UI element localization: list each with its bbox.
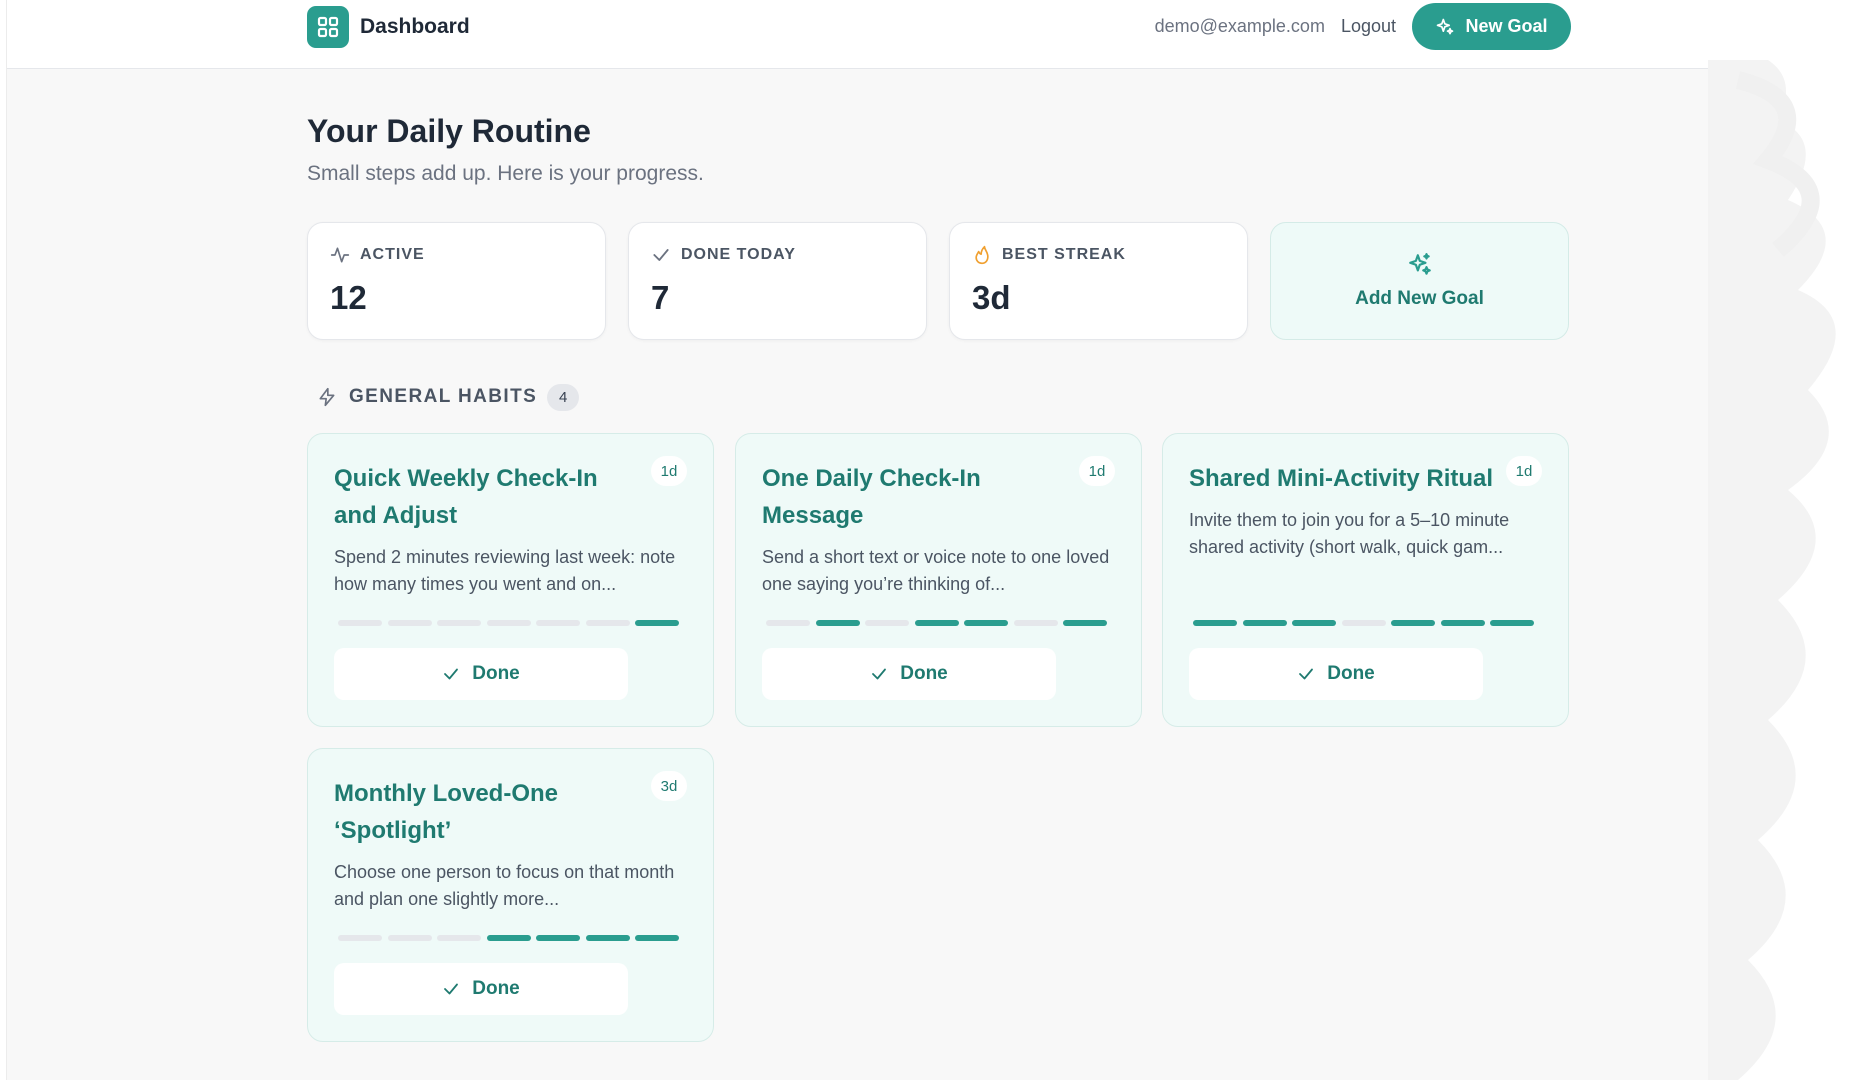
done-label: Done [472, 663, 520, 684]
progress-segment [635, 620, 679, 626]
progress-segment [387, 620, 432, 626]
done-button[interactable]: Done [334, 648, 628, 700]
habit-title: One Daily Check-In Message [762, 465, 981, 529]
user-email: demo@example.com [1154, 16, 1325, 36]
habit-card[interactable]: Monthly Loved-One ‘Spotlight’ 3d Choose … [307, 748, 714, 1042]
habit-description: Send a short text or voice note to one l… [762, 547, 1110, 594]
progress-segment [585, 935, 630, 941]
habit-badge: 1d [1506, 456, 1542, 486]
progress-segment [536, 620, 580, 626]
check-icon [1299, 668, 1314, 680]
done-label: Done [900, 663, 948, 684]
stat-head: DONE TODAY [651, 245, 796, 265]
sparkles-icon [1408, 253, 1431, 275]
activity-icon [330, 247, 350, 263]
done-label: Done [1327, 663, 1375, 684]
stat-card-active: ACTIVE 12 [307, 222, 606, 340]
habit-badge: 1d [1079, 456, 1115, 486]
habit-badge: 3d [651, 771, 687, 801]
progress-segment [964, 620, 1008, 626]
stat-head: ACTIVE [330, 245, 425, 265]
stat-label: ACTIVE [360, 246, 425, 263]
stat-label: DONE TODAY [681, 246, 796, 263]
habit-progress [766, 620, 1113, 626]
progress-segment [766, 620, 810, 626]
progress-segment [1341, 620, 1386, 626]
stat-label: BEST STREAK [1002, 246, 1126, 263]
done-button[interactable]: Done [762, 648, 1056, 700]
check-icon [444, 983, 459, 995]
habit-badge: 1d [651, 456, 687, 486]
progress-segment [1193, 620, 1237, 626]
lightning-icon [319, 387, 335, 407]
done-button[interactable]: Done [1189, 648, 1483, 700]
app-shell: Dashboard demo@example.com Logout New Go… [6, 0, 1709, 1080]
habit-description: Spend 2 minutes reviewing last week: not… [334, 547, 676, 594]
progress-segment [1292, 620, 1336, 626]
habit-title: Monthly Loved-One ‘Spotlight’ [334, 780, 558, 844]
page-subtitle: Small steps add up. Here is your progres… [307, 162, 704, 185]
progress-segment [585, 620, 630, 626]
progress-segment [437, 620, 481, 626]
stat-value: 3d [972, 279, 1011, 316]
habit-description: Invite them to join you for a 5–10 minut… [1189, 510, 1510, 557]
add-new-goal-label: Add New Goal [1355, 288, 1484, 309]
check-icon [653, 249, 669, 261]
stat-card-done-today: DONE TODAY 7 [628, 222, 927, 340]
progress-segment [437, 935, 481, 941]
done-button[interactable]: Done [334, 963, 628, 1015]
progress-segment [865, 620, 909, 626]
new-goal-button[interactable]: New Goal [1412, 3, 1571, 50]
stat-head: BEST STREAK [972, 245, 1126, 265]
progress-segment [338, 620, 382, 626]
habit-card[interactable]: Shared Mini-Activity Ritual 1d Invite th… [1162, 433, 1569, 727]
progress-segment [486, 935, 531, 941]
section-count-badge: 4 [547, 383, 580, 411]
new-goal-label: New Goal [1465, 16, 1548, 36]
progress-segment [1063, 620, 1107, 626]
page-title: Your Daily Routine [307, 113, 591, 149]
progress-segment [635, 935, 679, 941]
top-bar: Dashboard demo@example.com Logout New Go… [7, 0, 1709, 69]
progress-segment [486, 620, 531, 626]
section-title: GENERAL HABITS [349, 386, 538, 407]
progress-segment [1242, 620, 1287, 626]
habit-description: Choose one person to focus on that month… [334, 862, 675, 909]
habit-title: Quick Weekly Check-In and Adjust [334, 465, 598, 529]
stat-value: 7 [651, 279, 670, 316]
flame-icon [975, 245, 989, 265]
logout-link[interactable]: Logout [1341, 16, 1396, 37]
progress-segment [1440, 620, 1485, 626]
stat-card-best-streak: BEST STREAK 3d [949, 222, 1248, 340]
progress-segment [1391, 620, 1435, 626]
dashboard-grid-icon [307, 6, 349, 48]
brush-stroke-decoration [1708, 60, 1836, 1080]
progress-segment [1490, 620, 1534, 626]
habit-card[interactable]: One Daily Check-In Message 1d Send a sho… [735, 433, 1142, 727]
habit-progress [338, 620, 685, 626]
check-icon [872, 668, 887, 680]
brand[interactable]: Dashboard [307, 5, 470, 49]
progress-segment [536, 935, 580, 941]
habit-title: Shared Mini-Activity Ritual [1189, 465, 1494, 492]
app-title: Dashboard [360, 15, 470, 38]
progress-segment [815, 620, 860, 626]
habit-card[interactable]: Quick Weekly Check-In and Adjust 1d Spen… [307, 433, 714, 727]
progress-segment [914, 620, 959, 626]
add-new-goal-card[interactable]: Add New Goal [1270, 222, 1569, 340]
done-label: Done [472, 978, 520, 999]
stat-value: 12 [330, 279, 367, 316]
progress-segment [387, 935, 432, 941]
habit-progress [1193, 620, 1540, 626]
habit-progress [338, 935, 685, 941]
progress-segment [1013, 620, 1058, 626]
sparkles-icon [1437, 18, 1454, 35]
section-header-general-habits: GENERAL HABITS 4 [317, 383, 580, 411]
check-icon [444, 668, 459, 680]
progress-segment [338, 935, 382, 941]
header-actions: demo@example.com Logout New Goal [1155, 3, 1571, 50]
decorative-background [1708, 60, 1868, 1080]
